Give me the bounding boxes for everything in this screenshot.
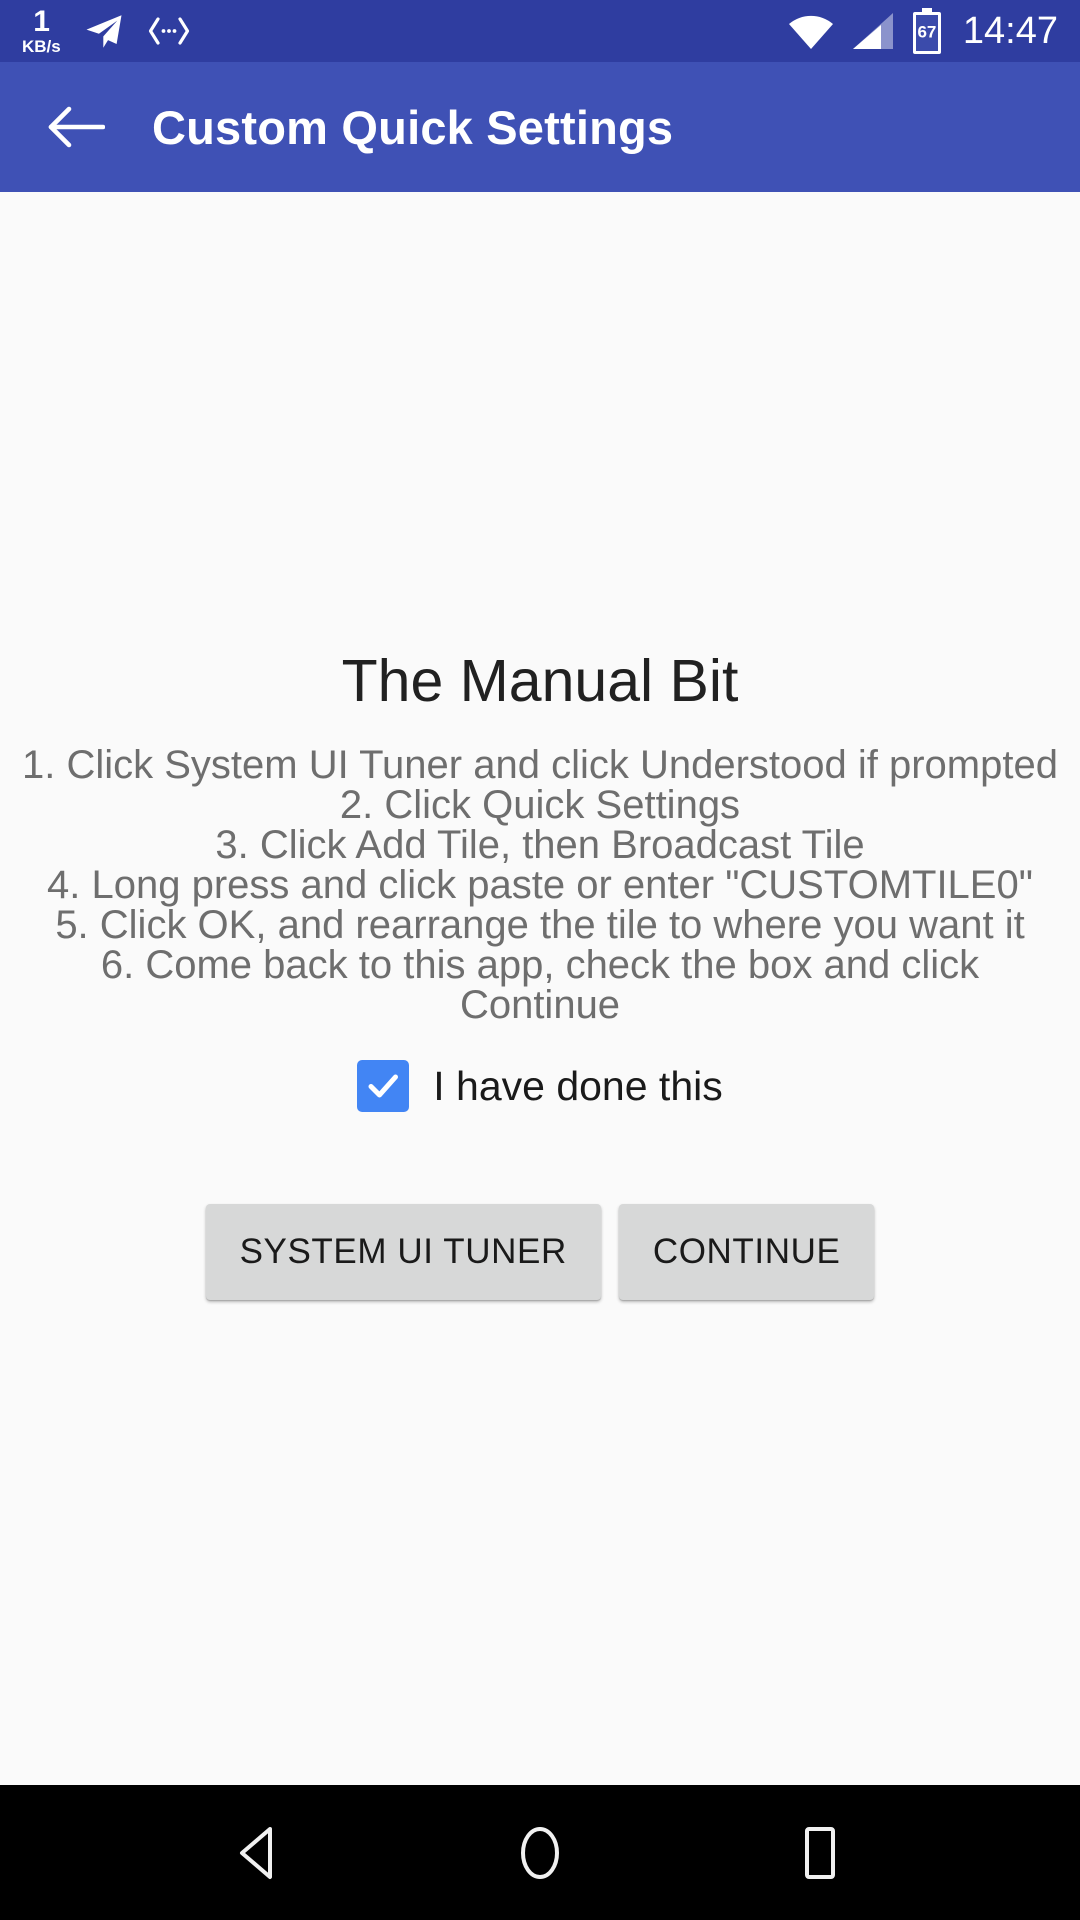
instruction-line: 4. Long press and click paste or enter "… (47, 863, 1033, 907)
instructions-list: 1. Click System UI Tuner and click Under… (0, 745, 1080, 1025)
status-bar-clock: 14:47 (962, 9, 1058, 52)
wifi-icon (787, 11, 835, 51)
app-bar: Custom Quick Settings (0, 62, 1080, 192)
checkbox-label: I have done this (433, 1062, 723, 1109)
battery-icon: 67 (911, 8, 943, 54)
main-content: The Manual Bit 1. Click System UI Tuner … (0, 192, 1080, 1785)
nav-home-icon[interactable] (470, 1785, 610, 1920)
i-have-done-this-checkbox[interactable] (357, 1060, 410, 1112)
phone-screen: 1 KB/s 67 14:47 Custom Quick Settings Th… (0, 0, 1080, 1920)
android-navigation-bar (0, 1785, 1080, 1920)
instruction-line: 6. Come back to this app, check the box … (100, 943, 980, 1027)
paper-plane-icon (83, 10, 125, 52)
back-arrow-icon[interactable] (40, 91, 112, 163)
nav-back-icon[interactable] (190, 1785, 330, 1920)
section-heading: The Manual Bit (341, 648, 739, 714)
instruction-line: 5. Click OK, and rearrange the tile to w… (55, 903, 1025, 947)
battery-level-text: 67 (917, 22, 937, 42)
action-button-row: SYSTEM UI TUNER CONTINUE (0, 1204, 1080, 1300)
system-ui-tuner-button[interactable]: SYSTEM UI TUNER (205, 1204, 601, 1300)
status-bar: 1 KB/s 67 14:47 (0, 0, 1080, 62)
cell-signal-icon (851, 11, 895, 51)
instruction-line: 1. Click System UI Tuner and click Under… (22, 743, 1058, 787)
page-title: Custom Quick Settings (152, 100, 674, 154)
network-speed-unit: KB/s (22, 37, 61, 56)
instruction-line: 2. Click Quick Settings (339, 783, 741, 827)
continue-button[interactable]: CONTINUE (618, 1204, 875, 1300)
developer-brackets-icon (147, 15, 191, 47)
network-speed-value: 1 (33, 5, 50, 38)
confirmation-checkbox-row[interactable]: I have done this (0, 1060, 1080, 1112)
network-speed-indicator: 1 KB/s (22, 5, 61, 56)
status-bar-right-icons: 67 14:47 (787, 8, 1058, 54)
nav-recents-icon[interactable] (750, 1785, 890, 1920)
status-bar-left-icons: 1 KB/s (22, 7, 191, 55)
instruction-line: 3. Click Add Tile, then Broadcast Tile (215, 823, 865, 867)
